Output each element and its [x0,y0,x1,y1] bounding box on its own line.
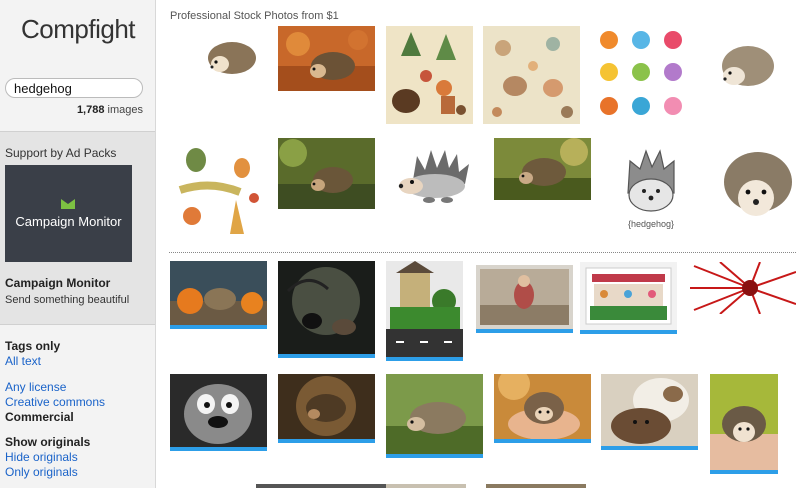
result-highlight-bar [170,325,267,329]
result-highlight-bar [494,439,591,443]
result-count-suffix: images [104,104,143,116]
stock-photo-hedgehog-pale[interactable] [702,28,788,104]
result-photo-partial[interactable] [386,484,466,488]
filter-creative-commons-link[interactable]: Creative commons [5,395,105,410]
stock-illustration-woodland-pattern[interactable] [483,26,580,124]
filter-hide-originals-link[interactable]: Hide originals [5,450,90,465]
result-count: 1,788 images [77,104,143,116]
campaign-monitor-logo-icon [61,199,75,209]
stock-photo-hedgehog-white[interactable] [200,28,262,84]
result-photo-garden-cake[interactable] [580,262,677,330]
result-highlight-bar [278,439,375,443]
stock-photo-hedgehog-leaves[interactable] [278,26,375,91]
result-highlight-bar [386,357,463,361]
ad-title[interactable]: Campaign Monitor [5,276,110,290]
ad-panel: Support by Ad Packs Campaign Monitor Cam… [0,131,155,325]
stock-illustration-forest-animals[interactable] [386,26,473,124]
result-photo-partial[interactable] [256,484,386,488]
filter-commercial: Commercial [5,410,74,424]
stock-photos-label[interactable]: Professional Stock Photos from $1 [170,10,339,22]
stock-photo-hedgehog-grass[interactable] [278,138,375,209]
section-divider [169,252,796,253]
sidebar: Compfight 1,788 images Support by Ad Pac… [0,0,156,488]
site-logo[interactable]: Compfight [0,14,156,45]
result-photo-red-spikes[interactable] [690,262,796,314]
result-highlight-bar [170,447,267,451]
result-highlight-bar [710,470,778,474]
result-photo-cartoon-face[interactable] [170,374,267,447]
result-photo-hedgehog-hands[interactable] [494,374,591,439]
result-photo-street-person[interactable] [476,265,573,329]
ad-banner-brand: Campaign Monitor [15,214,122,229]
result-photo-hedgehog-brown[interactable] [278,374,375,439]
sticker-caption: {hedgehog} [628,219,674,229]
ad-panel-header: Support by Ad Packs [5,146,117,160]
filter-show-originals: Show originals [5,435,91,449]
search-input[interactable] [5,78,143,98]
stock-photo-hedgehog-moss[interactable] [494,138,591,200]
result-photo-pumpkins[interactable] [170,261,267,325]
result-count-number: 1,788 [76,104,105,116]
stock-illustration-autumn-set[interactable] [170,138,267,236]
result-photo-cake-house[interactable] [386,261,463,357]
result-photo-cat-hedgehog[interactable] [601,374,698,446]
ad-banner[interactable]: Campaign Monitor [5,165,132,262]
result-highlight-bar [580,330,677,334]
stock-illustration-cute-animals[interactable] [593,26,690,124]
result-photo-partial[interactable] [486,484,586,488]
filter-any-license-link[interactable]: Any license [5,380,105,395]
text-filter-group: Tags only All text [5,339,60,369]
result-highlight-bar [601,446,698,450]
license-filter-group: Any license Creative commons Commercial [5,380,105,425]
result-photo-hedgehog-field[interactable] [386,374,483,454]
filter-all-text-link[interactable]: All text [5,354,60,369]
result-photo-hedgehog-held[interactable] [710,374,778,470]
result-highlight-bar [278,354,375,358]
result-photo-crow-night[interactable] [278,261,375,354]
result-highlight-bar [476,329,573,333]
stock-photo-hedgehog-closeup[interactable] [716,142,796,232]
filter-only-originals-link[interactable]: Only originals [5,465,90,480]
filter-tags-only: Tags only [5,339,61,353]
originals-filter-group: Show originals Hide originals Only origi… [5,435,90,480]
result-highlight-bar [386,454,483,458]
results-area: Professional Stock Photos from $1 {hedge… [156,0,796,488]
stock-illustration-cartoon-hedgehog[interactable] [395,144,479,206]
ad-subtitle: Send something beautiful [5,294,130,306]
stock-illustration-hedgehog-sticker[interactable]: {hedgehog} [618,147,684,231]
